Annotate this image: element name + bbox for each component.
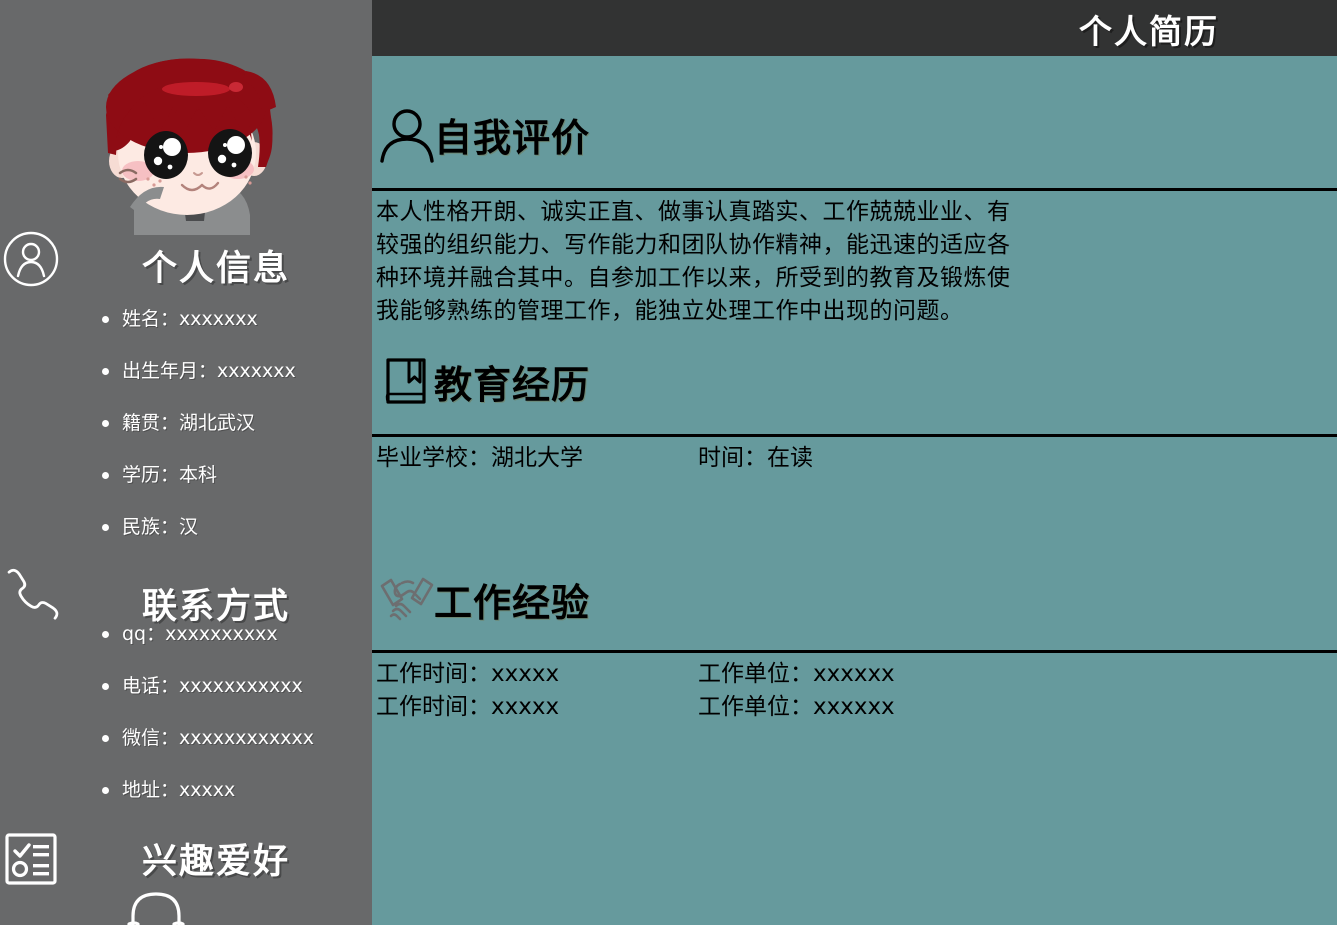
self-evaluation-text: 本人性格开朗、诚实正直、做事认真踏实、工作兢兢业业、有较强的组织能力、写作能力和… bbox=[376, 199, 1011, 324]
section-title: 教育经历 bbox=[434, 362, 591, 407]
info-label: 出生年月： bbox=[122, 360, 218, 382]
list-item: 地址：xxxxx bbox=[100, 779, 372, 801]
divider bbox=[372, 188, 1337, 191]
contact-label: 微信： bbox=[122, 727, 180, 749]
section-header-self-evaluation: 自我评价 bbox=[378, 105, 590, 163]
list-item: 微信：xxxxxxxxxxxx bbox=[100, 727, 372, 749]
info-label: 籍贯： bbox=[122, 412, 180, 434]
list-item: 籍贯：湖北武汉 bbox=[100, 412, 372, 434]
top-bar: 个人简历 bbox=[372, 0, 1337, 56]
info-value: 本科 bbox=[179, 464, 218, 486]
work-row: 工作时间：xxxxx 工作单位：xxxxxx bbox=[376, 691, 1316, 724]
person-outline-icon bbox=[378, 105, 436, 163]
phone-icon bbox=[2, 565, 60, 623]
contact-label: 地址： bbox=[122, 779, 180, 801]
resume-page: 个人信息 姓名：xxxxxxx 出生年月：xxxxxxx 籍贯：湖北武汉 学历：… bbox=[0, 0, 1337, 925]
info-value: xxxxxxx bbox=[179, 308, 258, 330]
handshake-icon bbox=[378, 570, 436, 628]
list-item: 民族：汉 bbox=[100, 516, 372, 538]
checklist-icon bbox=[2, 830, 60, 888]
section-title-contact: 联系方式 bbox=[141, 587, 290, 627]
info-value: xxxxxxx bbox=[217, 360, 296, 382]
section-title: 自我评价 bbox=[434, 115, 591, 160]
work-company: 工作单位：xxxxxx bbox=[698, 661, 895, 687]
personal-info-list: 姓名：xxxxxxx 出生年月：xxxxxxx 籍贯：湖北武汉 学历：本科 民族… bbox=[100, 308, 372, 568]
contact-list: qq：xxxxxxxxxx 电话：xxxxxxxxxxx 微信：xxxxxxxx… bbox=[100, 623, 372, 831]
education-school: 毕业学校：湖北大学 bbox=[376, 445, 583, 471]
list-item: 出生年月：xxxxxxx bbox=[100, 360, 372, 382]
list-item: qq：xxxxxxxxxx bbox=[100, 623, 372, 645]
contact-label: qq： bbox=[122, 623, 166, 645]
info-label: 学历： bbox=[122, 464, 180, 486]
contact-value: xxxxxxxxxx bbox=[165, 623, 278, 645]
list-item: 姓名：xxxxxxx bbox=[100, 308, 372, 330]
info-value: 汉 bbox=[179, 516, 199, 538]
main-panel: 个人简历 自我评价 本人性格开朗、诚实正直、做事认真踏实、工作兢兢业业、有较强的… bbox=[372, 0, 1337, 925]
info-label: 民族： bbox=[122, 516, 180, 538]
avatar bbox=[86, 55, 286, 235]
work-time: 工作时间：xxxxx bbox=[376, 661, 560, 687]
section-title: 工作经验 bbox=[434, 580, 591, 625]
education-time: 时间：在读 bbox=[698, 445, 813, 471]
headphones-icon bbox=[125, 886, 187, 925]
contact-value: xxxxx bbox=[179, 779, 236, 801]
info-value: 湖北武汉 bbox=[179, 412, 256, 434]
education-row: 毕业学校：湖北大学 时间：在读 bbox=[376, 442, 1316, 475]
contact-label: 电话： bbox=[122, 675, 180, 697]
section-header-education: 教育经历 bbox=[378, 352, 590, 410]
info-label: 姓名： bbox=[122, 308, 180, 330]
section-title-hobbies: 兴趣爱好 bbox=[141, 842, 290, 882]
list-item: 电话：xxxxxxxxxxx bbox=[100, 675, 372, 697]
section-title-personal-info: 个人信息 bbox=[141, 249, 290, 289]
sidebar: 个人信息 姓名：xxxxxxx 出生年月：xxxxxxx 籍贯：湖北武汉 学历：… bbox=[0, 0, 372, 925]
work-company: 工作单位：xxxxxx bbox=[698, 694, 895, 720]
work-row: 工作时间：xxxxx 工作单位：xxxxxx bbox=[376, 658, 1316, 691]
page-title: 个人简历 bbox=[1079, 12, 1219, 51]
divider bbox=[372, 434, 1337, 437]
section-header-work-experience: 工作经验 bbox=[378, 570, 590, 628]
list-item: 学历：本科 bbox=[100, 464, 372, 486]
work-time: 工作时间：xxxxx bbox=[376, 694, 560, 720]
divider bbox=[372, 650, 1337, 653]
person-circle-icon bbox=[2, 230, 60, 288]
book-icon bbox=[378, 352, 436, 410]
contact-value: xxxxxxxxxxxx bbox=[179, 727, 314, 749]
contact-value: xxxxxxxxxxx bbox=[179, 675, 303, 697]
